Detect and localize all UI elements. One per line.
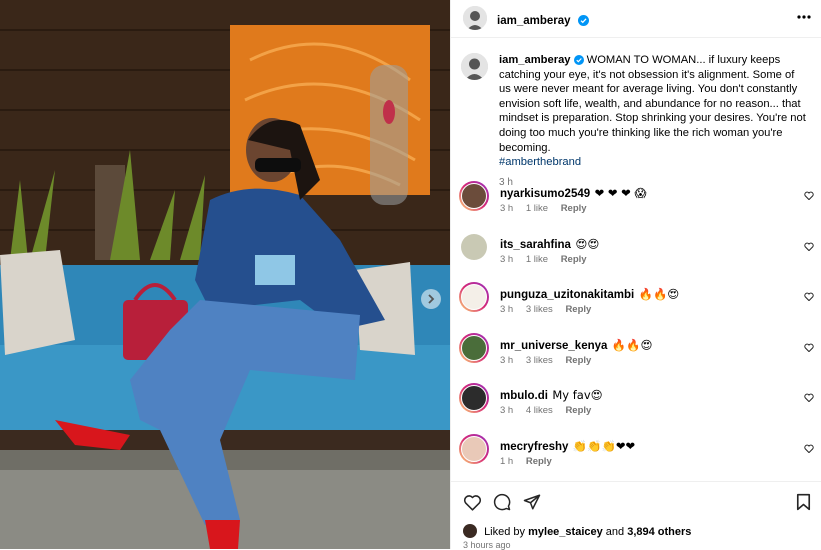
commenter-avatar[interactable] <box>461 234 487 260</box>
comment-meta: 3 h 1 like Reply <box>500 254 597 265</box>
commenter-avatar[interactable] <box>461 385 487 411</box>
comment-time: 1 h <box>500 456 514 467</box>
comment-like-heart-icon[interactable] <box>804 242 814 251</box>
comment-likes[interactable]: 3 likes <box>526 355 553 366</box>
comment-meta: 3 h 4 likes Reply <box>500 405 601 416</box>
comment-likes[interactable]: 1 like <box>526 254 548 265</box>
caption-text: WOMAN TO WOMAN... if luxury keeps catchi… <box>499 54 806 154</box>
caption-hashtag[interactable]: #amberthebrand <box>499 156 581 168</box>
comment-like-heart-icon[interactable] <box>804 292 814 301</box>
comment-username[interactable]: punguza_uzitonakitambi <box>500 289 634 301</box>
comment-username[interactable]: mbulo.di <box>500 390 548 402</box>
comment-item: nyarkisumo2549 ❤ ❤ ❤ 😱 3 h 1 like Reply <box>451 181 821 225</box>
bookmark-icon[interactable] <box>796 493 811 511</box>
liked-by-and: and <box>605 526 625 538</box>
comment-text: My fav😍 <box>552 388 603 402</box>
comment-item: its_sarahfina 😍😍 3 h 1 like Reply <box>451 232 821 276</box>
comment-username[interactable]: mecryfreshy <box>500 441 568 453</box>
comment-text: ❤ ❤ ❤ 😱 <box>594 186 647 200</box>
caption-author-avatar[interactable] <box>461 53 488 80</box>
post-actions: Liked by mylee_staicey and 3,894 others … <box>451 481 821 550</box>
comment-meta: 3 h 3 likes Reply <box>500 355 601 366</box>
comment-icon[interactable] <box>493 493 511 511</box>
liked-by-line: Liked by mylee_staicey and 3,894 others <box>463 524 691 538</box>
post-caption: iam_amberay WOMAN TO WOMAN... if luxury … <box>499 53 809 190</box>
share-icon[interactable] <box>523 493 541 511</box>
liked-by-user[interactable]: mylee_staicey <box>528 526 603 538</box>
reply-button[interactable]: Reply <box>561 203 587 214</box>
commenter-avatar[interactable] <box>461 335 487 361</box>
comment-like-heart-icon[interactable] <box>804 444 814 453</box>
comment-item: mr_universe_kenya 🔥🔥😍 3 h 3 likes Reply <box>451 333 821 377</box>
comment-like-heart-icon[interactable] <box>804 343 814 352</box>
comment-username[interactable]: mr_universe_kenya <box>500 340 607 352</box>
comment-likes[interactable]: 4 likes <box>526 405 553 416</box>
comment-username[interactable]: nyarkisumo2549 <box>500 188 590 200</box>
author-username[interactable]: iam_amberay <box>497 15 571 27</box>
comment-text: 😍😍 <box>575 237 600 251</box>
post-photo-illustration <box>0 0 450 549</box>
comment-username[interactable]: its_sarahfina <box>500 239 571 251</box>
post-details-panel: iam_amberay iam_amberay WOMAN TO WOMAN..… <box>450 0 821 550</box>
author-avatar[interactable] <box>463 6 487 30</box>
liker-avatar[interactable] <box>463 524 477 538</box>
verified-badge-icon <box>577 15 589 26</box>
comment-likes[interactable]: 1 like <box>526 203 548 214</box>
comment-time: 3 h <box>500 203 514 214</box>
liked-by-others[interactable]: 3,894 others <box>627 526 691 538</box>
post-image[interactable] <box>0 0 450 549</box>
comment-meta: 1 h Reply <box>500 456 562 467</box>
reply-button[interactable]: Reply <box>565 405 591 416</box>
reply-button[interactable]: Reply <box>565 304 591 315</box>
comment-time: 3 h <box>500 254 514 265</box>
carousel-next-button[interactable] <box>421 289 441 309</box>
comment-meta: 3 h 1 like Reply <box>500 203 597 214</box>
post-header: iam_amberay <box>451 0 821 38</box>
comment-text: 🔥🔥😍 <box>638 287 680 301</box>
commenter-avatar[interactable] <box>461 284 487 310</box>
reply-button[interactable]: Reply <box>565 355 591 366</box>
avatar-illustration <box>461 53 488 80</box>
comment-meta: 3 h 3 likes Reply <box>500 304 601 315</box>
comment-time: 3 h <box>500 304 514 315</box>
comment-likes[interactable]: 3 likes <box>526 304 553 315</box>
carousel-next-icon <box>428 294 435 304</box>
comment-time: 3 h <box>500 355 514 366</box>
commenter-avatar[interactable] <box>461 183 487 209</box>
heart-icon[interactable] <box>463 494 482 511</box>
comment-like-heart-icon[interactable] <box>804 393 814 402</box>
comment-text: 🔥🔥😍 <box>611 338 653 352</box>
comment-time: 3 h <box>500 405 514 416</box>
comment-item: mbulo.di My fav😍 3 h 4 likes Reply <box>451 383 821 427</box>
comment-like-heart-icon[interactable] <box>804 191 814 200</box>
comment-item: mecryfreshy 👏👏👏❤❤ 1 h Reply <box>451 434 821 478</box>
commenter-avatar[interactable] <box>461 436 487 462</box>
reply-button[interactable]: Reply <box>561 254 587 265</box>
avatar-illustration <box>463 6 487 30</box>
verified-badge-icon <box>573 55 584 65</box>
caption-username[interactable]: iam_amberay <box>499 54 571 66</box>
liked-by-prefix: Liked by <box>484 526 526 538</box>
comment-text: 👏👏👏❤❤ <box>572 439 636 453</box>
comment-item: punguza_uzitonakitambi 🔥🔥😍 3 h 3 likes R… <box>451 282 821 326</box>
reply-button[interactable]: Reply <box>526 456 552 467</box>
more-options-icon[interactable] <box>797 15 811 19</box>
